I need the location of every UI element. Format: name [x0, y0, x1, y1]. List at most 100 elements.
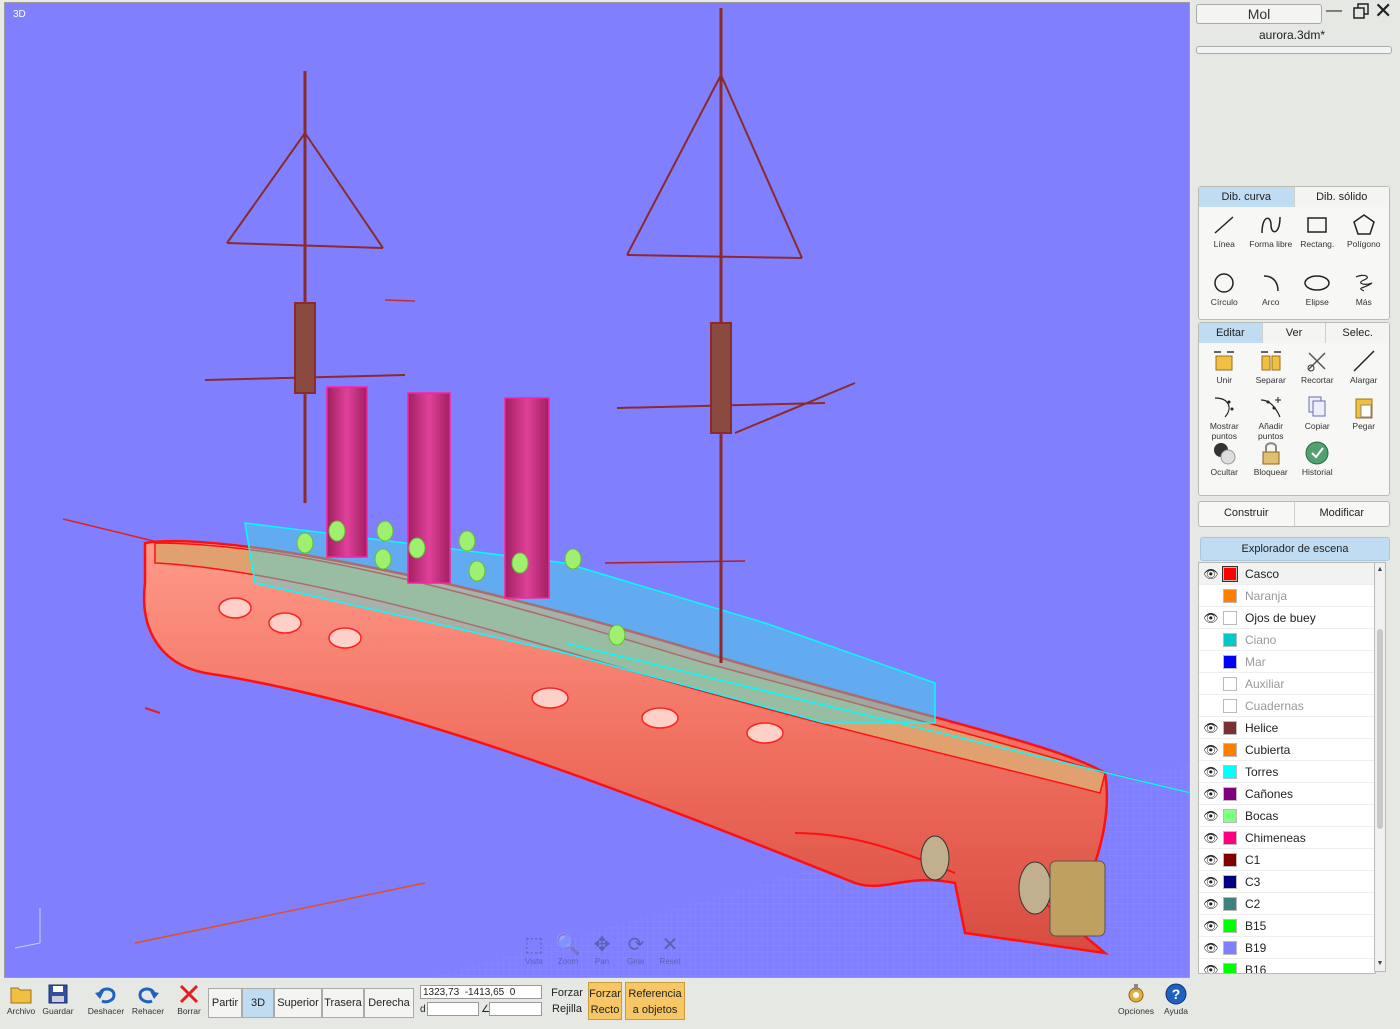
layer-scrollbar[interactable]: ▲ ▼ [1374, 562, 1386, 972]
hide-tool[interactable]: Ocultar [1201, 439, 1248, 485]
layer-color-swatch[interactable] [1223, 896, 1237, 911]
help-button[interactable]: ? Ayuda [1158, 982, 1194, 1016]
layer-row[interactable]: 👁 Helice [1199, 717, 1375, 739]
eye-icon[interactable]: 👁 [1199, 721, 1223, 735]
layer-row[interactable]: 👁 Casco [1199, 563, 1375, 585]
eye-icon[interactable]: 👁 [1199, 919, 1223, 933]
tab-edit[interactable]: Editar [1199, 323, 1263, 343]
view-3d-button[interactable]: 3D [242, 988, 274, 1018]
zoom-nav-button[interactable]: 🔍 Zoom [554, 933, 582, 966]
minimize-icon[interactable]: — [1326, 2, 1342, 20]
tab-select[interactable]: Selec. [1326, 323, 1390, 343]
circle-tool[interactable]: Círculo [1201, 269, 1248, 327]
eye-icon[interactable]: 👁 [1199, 809, 1223, 823]
layer-color-swatch[interactable] [1223, 654, 1237, 669]
tab-view[interactable]: Ver [1262, 323, 1327, 343]
line-tool[interactable]: Línea [1201, 211, 1248, 269]
eye-icon[interactable]: 👁 [1199, 897, 1223, 911]
separate-tool[interactable]: Separar [1248, 347, 1295, 393]
layer-color-swatch[interactable] [1223, 962, 1237, 973]
extend-tool[interactable]: Alargar [1341, 347, 1388, 393]
close-icon[interactable]: ✕ [1374, 0, 1392, 22]
layer-row[interactable]: Auxiliar [1199, 673, 1375, 695]
layer-row[interactable]: Cuadernas [1199, 695, 1375, 717]
layer-color-swatch[interactable] [1223, 808, 1237, 823]
tab-draw-solid[interactable]: Dib. sólido [1294, 187, 1389, 207]
polygon-tool[interactable]: Polígono [1341, 211, 1388, 269]
show-points-tool[interactable]: Mostrar puntos [1201, 393, 1248, 441]
view-back-button[interactable]: Trasera [322, 988, 364, 1018]
layer-color-swatch[interactable] [1223, 676, 1237, 691]
save-button[interactable]: Guardar [40, 982, 76, 1016]
object-snap-toggle[interactable]: Referencia a objetos [625, 982, 685, 1020]
more-tool[interactable]: Más [1341, 269, 1388, 327]
rotate-nav-button[interactable]: ⟳ Girar [622, 933, 650, 966]
eye-icon[interactable]: 👁 [1199, 567, 1223, 581]
eye-icon[interactable]: 👁 [1199, 765, 1223, 779]
layer-color-swatch[interactable] [1223, 786, 1237, 801]
user-name-box[interactable]: Mol [1196, 4, 1322, 24]
scroll-up-icon[interactable]: ▲ [1376, 565, 1384, 575]
layer-color-swatch[interactable] [1223, 632, 1237, 647]
viewport-3d[interactable]: 3D ⬚ Vista 🔍 Zoom ✥ Pan ⟳ Girar ✕ Reset [4, 2, 1190, 978]
angle-field[interactable] [489, 1002, 542, 1016]
layer-color-swatch[interactable] [1223, 698, 1237, 713]
layer-row[interactable]: 👁 Cañones [1199, 783, 1375, 805]
layer-row[interactable]: 👁 B15 [1199, 915, 1375, 937]
layer-row[interactable]: 👁 Chimeneas [1199, 827, 1375, 849]
copy-tool[interactable]: Copiar [1294, 393, 1341, 439]
eye-icon[interactable]: 👁 [1199, 831, 1223, 845]
options-button[interactable]: Opciones [1114, 982, 1158, 1016]
paste-tool[interactable]: Pegar [1341, 393, 1388, 439]
reset-nav-button[interactable]: ✕ Reset [656, 933, 684, 966]
eye-icon[interactable]: 👁 [1199, 875, 1223, 889]
freeform-tool[interactable]: Forma libre [1248, 211, 1295, 269]
eye-icon[interactable]: 👁 [1199, 941, 1223, 955]
layer-color-swatch[interactable] [1223, 830, 1237, 845]
layer-color-swatch[interactable] [1223, 764, 1237, 779]
layer-row[interactable]: Naranja [1199, 585, 1375, 607]
layer-row[interactable]: 👁 C2 [1199, 893, 1375, 915]
delete-button[interactable]: Borrar [172, 982, 206, 1016]
eye-icon[interactable]: 👁 [1199, 853, 1223, 867]
layer-row[interactable]: 👁 C1 [1199, 849, 1375, 871]
tab-draw-curve[interactable]: Dib. curva [1199, 187, 1295, 207]
ship-model[interactable] [5, 3, 1190, 978]
layer-row[interactable]: 👁 Bocas [1199, 805, 1375, 827]
eye-icon[interactable]: 👁 [1199, 743, 1223, 757]
layer-row[interactable]: Mar [1199, 651, 1375, 673]
eye-icon[interactable]: 👁 [1199, 611, 1223, 625]
maximize-icon[interactable] [1352, 2, 1370, 20]
undo-button[interactable]: Deshacer [84, 982, 128, 1016]
layer-color-swatch[interactable] [1223, 940, 1237, 955]
eye-icon[interactable]: 👁 [1199, 963, 1223, 974]
layer-row[interactable]: 👁 Torres [1199, 761, 1375, 783]
layer-color-swatch[interactable] [1223, 720, 1237, 735]
layer-row[interactable]: 👁 B19 [1199, 937, 1375, 959]
snap-straight-toggle[interactable]: Forzar Recto [588, 982, 622, 1020]
modify-button[interactable]: Modificar [1295, 502, 1390, 526]
layer-color-swatch[interactable] [1223, 874, 1237, 889]
view-right-button[interactable]: Derecha [364, 988, 414, 1018]
arc-tool[interactable]: Arco [1248, 269, 1295, 327]
history-tool[interactable]: Historial [1294, 439, 1341, 485]
layer-color-swatch[interactable] [1223, 742, 1237, 757]
scene-explorer-header[interactable]: Explorador de escena [1200, 537, 1390, 561]
view-nav-button[interactable]: ⬚ Vista [520, 933, 548, 966]
build-button[interactable]: Construir [1199, 502, 1295, 526]
scroll-thumb[interactable] [1377, 629, 1383, 829]
join-tool[interactable]: Unir [1201, 347, 1248, 393]
rectangle-tool[interactable]: Rectang. [1294, 211, 1341, 269]
eye-icon[interactable]: 👁 [1199, 787, 1223, 801]
layer-row[interactable]: 👁 C3 [1199, 871, 1375, 893]
layer-color-swatch[interactable] [1223, 610, 1237, 625]
file-button[interactable]: Archivo [4, 982, 38, 1016]
snap-grid-toggle[interactable]: Forzar Rejilla [548, 982, 586, 1020]
distance-field[interactable] [427, 1002, 479, 1016]
pan-nav-button[interactable]: ✥ Pan [588, 933, 616, 966]
view-top-button[interactable]: Superior [274, 988, 322, 1018]
scroll-down-icon[interactable]: ▼ [1376, 959, 1384, 969]
trim-tool[interactable]: Recortar [1294, 347, 1341, 393]
layer-color-swatch[interactable] [1223, 852, 1237, 867]
layer-color-swatch[interactable] [1222, 565, 1238, 582]
